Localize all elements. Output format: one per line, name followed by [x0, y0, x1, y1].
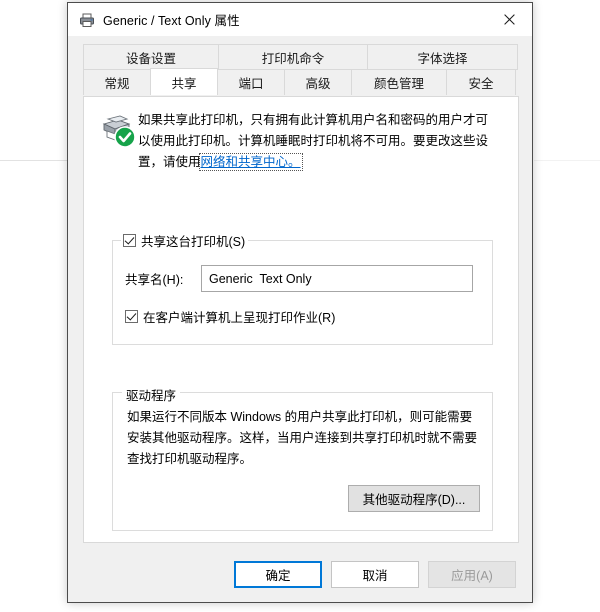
- apply-button[interactable]: 应用(A): [428, 561, 516, 588]
- tab-general[interactable]: 常规: [83, 69, 151, 95]
- sharing-info-banner: 如果共享此打印机，只有拥有此计算机用户名和密码的用户才可以使用此打印机。计算机睡…: [96, 109, 506, 173]
- share-name-input[interactable]: [201, 265, 473, 292]
- checkbox-indicator: [123, 233, 136, 247]
- tab-label: 打印机命令: [261, 51, 325, 66]
- share-printer-checkbox[interactable]: 共享这台打印机(S): [121, 232, 249, 249]
- share-name-label: 共享名(H):: [125, 273, 184, 287]
- tab-label: 端口: [238, 77, 264, 91]
- tab-security[interactable]: 安全: [446, 69, 516, 95]
- tab-device-settings[interactable]: 设备设置: [83, 44, 219, 70]
- sharing-info-text: 如果共享此打印机，只有拥有此计算机用户名和密码的用户才可以使用此打印机。计算机睡…: [138, 109, 490, 173]
- tab-printer-commands[interactable]: 打印机命令: [218, 44, 368, 70]
- printer-shared-ok-icon: [96, 109, 138, 149]
- additional-drivers-button[interactable]: 其他驱动程序(D)...: [348, 485, 480, 512]
- sharing-tab-panel: 如果共享此打印机，只有拥有此计算机用户名和密码的用户才可以使用此打印机。计算机睡…: [83, 96, 519, 543]
- tab-label: 高级: [305, 77, 331, 91]
- tab-label: 颜色管理: [373, 77, 424, 91]
- tab-strip: 设备设置 打印机命令 字体选择 常规 共享 端口 高级 颜色管理 安全: [83, 44, 519, 95]
- printer-icon: [79, 12, 95, 28]
- driver-group: 驱动程序 如果运行不同版本 Windows 的用户共享此打印机，则可能需要安装其…: [112, 385, 493, 531]
- backdrop-divider-right: [534, 160, 600, 161]
- share-printer-label: 共享这台打印机(S): [141, 234, 246, 249]
- ok-button[interactable]: 确定: [234, 561, 322, 588]
- checkbox-indicator: [125, 310, 138, 323]
- close-icon[interactable]: [487, 3, 532, 35]
- printer-properties-dialog: Generic / Text Only 属性 设备设置 打印机命令 字体选择 常…: [67, 2, 533, 603]
- render-jobs-checkbox[interactable]: 在客户端计算机上呈现打印作业(R): [125, 307, 335, 326]
- dialog-footer: 确定 取消 应用(A): [68, 561, 532, 588]
- title-bar[interactable]: Generic / Text Only 属性: [68, 3, 532, 36]
- cancel-button[interactable]: 取消: [331, 561, 419, 588]
- tab-sharing[interactable]: 共享: [150, 68, 218, 95]
- tab-label: 常规: [104, 77, 130, 91]
- tab-font-selection[interactable]: 字体选择: [367, 44, 518, 70]
- tab-label: 安全: [468, 77, 494, 91]
- network-sharing-center-link[interactable]: 网络和共享中心。: [198, 153, 303, 171]
- tab-advanced[interactable]: 高级: [284, 69, 352, 95]
- window-title: Generic / Text Only 属性: [103, 14, 240, 28]
- tab-label: 设备设置: [125, 51, 176, 66]
- sharing-info-body: 如果共享此打印机，只有拥有此计算机用户名和密码的用户才可以使用此打印机。计算机睡…: [138, 113, 489, 169]
- tab-row-top: 设备设置 打印机命令 字体选择: [83, 44, 519, 70]
- tab-label: 共享: [171, 76, 197, 91]
- driver-group-title: 驱动程序: [122, 385, 181, 404]
- tab-ports[interactable]: 端口: [217, 69, 285, 95]
- backdrop-divider-left: [0, 160, 70, 161]
- tab-row-bottom: 常规 共享 端口 高级 颜色管理 安全: [83, 68, 519, 95]
- driver-description: 如果运行不同版本 Windows 的用户共享此打印机，则可能需要安装其他驱动程序…: [127, 410, 478, 466]
- tab-label: 字体选择: [417, 51, 468, 66]
- render-jobs-label: 在客户端计算机上呈现打印作业(R): [143, 311, 336, 325]
- tab-color-management[interactable]: 颜色管理: [351, 69, 447, 95]
- share-name-row: 共享名(H):: [125, 265, 473, 292]
- share-printer-group: 共享这台打印机(S) 共享名(H): 在客户端计算机上呈现打印作业(R): [112, 232, 493, 345]
